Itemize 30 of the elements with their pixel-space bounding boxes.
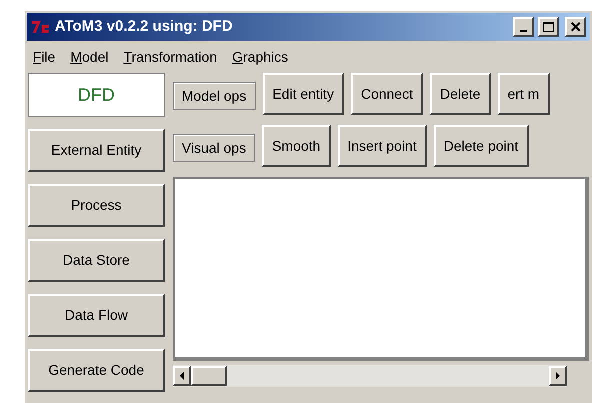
menu-item[interactable]: Model xyxy=(70,46,109,68)
minimize-button[interactable] xyxy=(513,17,534,37)
toolbar-button[interactable]: Insert point xyxy=(338,125,427,167)
entity-button[interactable]: Data Store xyxy=(28,239,165,282)
toolbar-button[interactable]: Smooth xyxy=(262,125,331,167)
entity-button[interactable]: External Entity xyxy=(28,129,165,172)
toolbar-button[interactable]: Visual ops xyxy=(173,134,256,162)
maximize-button[interactable] xyxy=(538,17,559,37)
window-title: AToM3 v0.2.2 using: DFD xyxy=(55,16,234,37)
model-name-field: DFD xyxy=(28,73,165,117)
toolbar-button[interactable]: Delete point xyxy=(434,125,529,167)
menu-item[interactable]: Transformation xyxy=(124,46,218,68)
toolbar-button[interactable]: Edit entity xyxy=(262,73,344,115)
toolbar-button[interactable]: Connect xyxy=(351,73,424,115)
entity-button[interactable]: Generate Code xyxy=(28,349,165,392)
menu-item[interactable]: Graphics xyxy=(232,46,288,68)
toolbar-button[interactable]: ert m xyxy=(498,73,550,115)
scroll-left-button[interactable] xyxy=(173,366,191,386)
horizontal-scrollbar[interactable] xyxy=(173,365,567,387)
drawing-canvas[interactable] xyxy=(173,177,589,361)
menu-item[interactable]: File xyxy=(33,46,56,68)
app-logo-icon xyxy=(31,19,51,35)
entity-button[interactable]: Data Flow xyxy=(28,294,165,337)
scrollbar-thumb[interactable] xyxy=(191,366,227,386)
close-icon xyxy=(570,22,580,32)
entity-button[interactable]: Process xyxy=(28,184,165,227)
toolbar-button[interactable]: Delete xyxy=(430,73,491,115)
close-button[interactable] xyxy=(565,17,586,37)
toolbar-button[interactable]: Model ops xyxy=(173,82,256,110)
scroll-right-button[interactable] xyxy=(549,366,567,386)
